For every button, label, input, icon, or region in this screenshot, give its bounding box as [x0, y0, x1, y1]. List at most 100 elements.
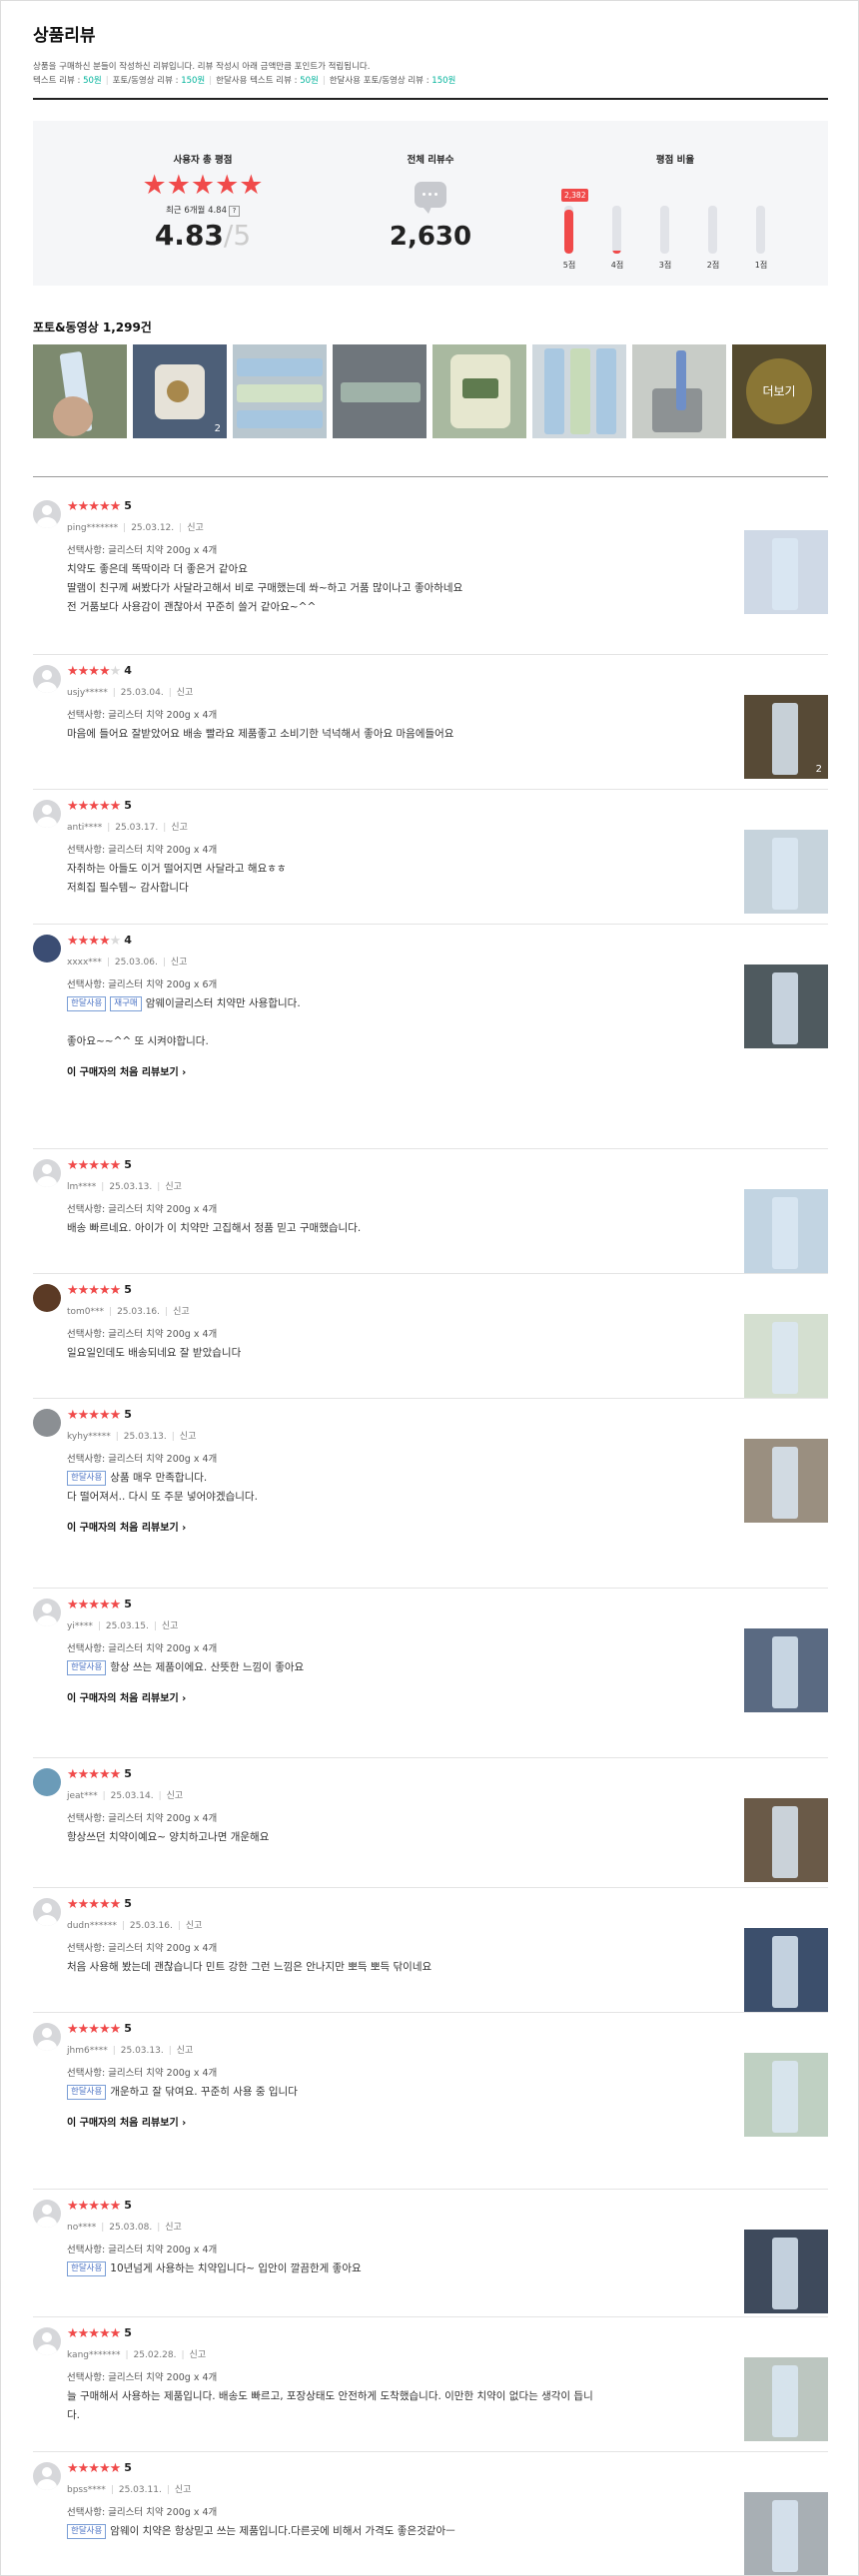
review-photo[interactable] [744, 1189, 828, 1273]
review-photo[interactable] [744, 1798, 828, 1882]
photo-thumb[interactable] [432, 344, 526, 438]
point-list: 텍스트 리뷰 : 50원 | 포토/동영상 리뷰 : 150원 | 한달사용 텍스트 리… [33, 76, 456, 86]
avatar [33, 800, 61, 828]
review-stars: ★★★★★ [67, 1897, 121, 1912]
report-button[interactable]: 신고 [175, 2485, 192, 2495]
review-body: 항상쓰던 치약이예요~ 양치하고나면 개운해요 [67, 1828, 726, 1847]
report-button[interactable]: 신고 [167, 1791, 184, 1801]
avatar [33, 1159, 61, 1187]
review-photo[interactable] [744, 965, 828, 1048]
rating-title: 사용자 총 평점 [173, 155, 233, 166]
review-line: 한달사용 상품 매우 만족합니다. [67, 1469, 726, 1488]
review-line: 딸램이 친구께 써봤다가 사달라고해서 비로 구매했는데 쏴~하고 거품 많이나… [67, 579, 726, 598]
repurchase-tag: 재구매 [110, 996, 142, 1011]
review-photo[interactable]: 2 [744, 695, 828, 779]
photo-thumb[interactable] [33, 344, 127, 438]
ratio-column: 평점 비율 2,382 5점 4점 3점 2점 1점 [560, 121, 790, 286]
review-item: ★★★★★ 5 kyhy***** | 25.03.13. | 신고 선택사항: 글리스터 치… [33, 1399, 828, 1589]
reviewer-id: jhm6**** [67, 2046, 108, 2056]
header-divider [33, 98, 828, 100]
ratio-bar [564, 206, 573, 254]
review-body: 늘 구매해서 사용하는 제품입니다. 배송도 빠르고, 포장상태도 안전하게 도… [67, 2387, 726, 2425]
photo-thumb-more[interactable]: 더보기 [732, 344, 826, 438]
photo-thumb[interactable] [532, 344, 626, 438]
review-date: 25.03.17. [115, 823, 159, 833]
first-review-link[interactable]: 이 구매자의 처음 리뷰보기 › [67, 1519, 186, 1534]
review-option: 선택사항: 글리스터 치약 200g x 4개 [67, 1204, 218, 1215]
review-line: 한달사용 항상 쓰는 제품이에요. 산뜻한 느낌이 좋아요 [67, 1658, 726, 1677]
review-stars: ★★★★★ [67, 499, 121, 514]
photo-divider [33, 476, 828, 477]
review-photo[interactable] [744, 830, 828, 914]
review-item: ★★★★★ 5 dudn****** | 25.03.16. | 신고 선택사항: 글리스터 … [33, 1888, 828, 2013]
reviewer-id: usjy***** [67, 688, 108, 698]
avatar [33, 1409, 61, 1437]
report-button[interactable]: 신고 [190, 2350, 207, 2360]
review-item: ★★★★★ 5 kang******* | 25.02.28. | 신고 선택사항: 글리스터… [33, 2317, 828, 2452]
help-icon[interactable]: ? [229, 206, 241, 217]
review-text: 딸램이 친구께 써봤다가 사달라고해서 비로 구매했는데 쏴~하고 거품 많이나… [67, 582, 463, 594]
photo-strip: 2 더보기 [33, 344, 828, 438]
point-label: 한달사용 포토/동영상 리뷰 [329, 76, 425, 86]
point-value: 50원 [83, 76, 102, 86]
review-option: 선택사항: 글리스터 치약 200g x 4개 [67, 1943, 218, 1954]
review-meta: jhm6**** | 25.03.13. | 신고 [67, 2046, 194, 2056]
report-button[interactable]: 신고 [162, 1621, 179, 1631]
review-date: 25.03.14. [110, 1791, 154, 1801]
report-button[interactable]: 신고 [177, 688, 194, 698]
photo-thumb[interactable] [233, 344, 327, 438]
photo-thumb[interactable] [333, 344, 427, 438]
review-photo[interactable] [744, 2357, 828, 2441]
first-review-link[interactable]: 이 구매자의 처음 리뷰보기 › [67, 1063, 186, 1078]
review-photo[interactable] [744, 1928, 828, 2012]
review-meta: xxxx*** | 25.03.06. | 신고 [67, 958, 188, 967]
review-meta: kyhy***** | 25.03.13. | 신고 [67, 1432, 197, 1442]
report-button[interactable]: 신고 [177, 2046, 194, 2056]
photo-section-title: 포토&동영상 1,299건 [33, 321, 152, 334]
review-stars: ★★★★★ [67, 2199, 121, 2214]
review-rating: ★★★★★ 5 [67, 498, 132, 515]
review-date: 25.03.06. [114, 958, 158, 967]
report-button[interactable]: 신고 [180, 1432, 197, 1442]
review-photo[interactable] [744, 1314, 828, 1398]
review-option: 선택사항: 글리스터 치약 200g x 4개 [67, 1329, 218, 1340]
review-photo[interactable] [744, 2053, 828, 2137]
review-text: 개운하고 잘 닦여요. 꾸준히 사용 중 입니다 [110, 2086, 298, 2098]
report-button[interactable]: 신고 [165, 1182, 182, 1192]
review-meta: usjy***** | 25.03.04. | 신고 [67, 688, 194, 698]
review-photo[interactable] [744, 1628, 828, 1712]
review-photo[interactable] [744, 2230, 828, 2313]
report-button[interactable]: 신고 [173, 1307, 190, 1317]
review-item: ★★★★★ 5 no**** | 25.03.08. | 신고 선택사항: 글리스터 치약 2… [33, 2190, 828, 2317]
review-text: 배송 빠르네요. 아이가 이 치약만 고집해서 정품 믿고 구매했습니다. [67, 1222, 362, 1234]
review-score: 5 [124, 1283, 132, 1296]
report-button[interactable]: 신고 [186, 1921, 203, 1931]
review-option: 선택사항: 글리스터 치약 200g x 4개 [67, 710, 218, 721]
review-photo[interactable] [744, 2492, 828, 2575]
review-photo[interactable] [744, 1439, 828, 1523]
review-option: 선택사항: 글리스터 치약 200g x 4개 [67, 1813, 218, 1824]
review-text: 상품 매우 만족합니다. [110, 1472, 208, 1484]
review-rating: ★★★★★ 5 [67, 1597, 132, 1613]
photo-thumb[interactable] [632, 344, 726, 438]
report-button[interactable]: 신고 [165, 2223, 182, 2233]
report-button[interactable]: 신고 [171, 958, 188, 967]
review-photo[interactable] [744, 530, 828, 614]
report-button[interactable]: 신고 [171, 823, 188, 833]
point-label: 한달사용 텍스트 리뷰 [216, 76, 292, 86]
more-photos-button[interactable]: 더보기 [732, 344, 826, 438]
total-column: 전체 리뷰수 2,630 [351, 121, 510, 286]
review-body: 한달사용 암웨이 치약은 항상믿고 쓰는 제품입니다.다른곳에 비해서 가격도 좋… [67, 2522, 726, 2541]
review-line: 한달사용 10년넘게 사용하는 치약입니다~ 입안이 깔끔한게 좋아요 [67, 2259, 726, 2278]
review-option: 선택사항: 글리스터 치약 200g x 4개 [67, 2245, 218, 2255]
review-line: 좋아요~~^^ 또 시켜야합니다. [67, 1032, 726, 1051]
photo-thumb[interactable]: 2 [133, 344, 227, 438]
reviewer-id: dudn****** [67, 1921, 117, 1931]
review-text: 늘 구매해서 사용하는 제품입니다. 배송도 빠르고, 포장상태도 안전하게 도… [67, 2390, 593, 2402]
first-review-link[interactable]: 이 구매자의 처음 리뷰보기 › [67, 2114, 186, 2129]
report-button[interactable]: 신고 [187, 523, 204, 533]
review-rating: ★★★★★ 5 [67, 2198, 132, 2215]
review-rating: ★★★★★ 4 [67, 933, 132, 950]
first-review-link[interactable]: 이 구매자의 처음 리뷰보기 › [67, 1689, 186, 1704]
point-value: 150원 [431, 76, 456, 86]
